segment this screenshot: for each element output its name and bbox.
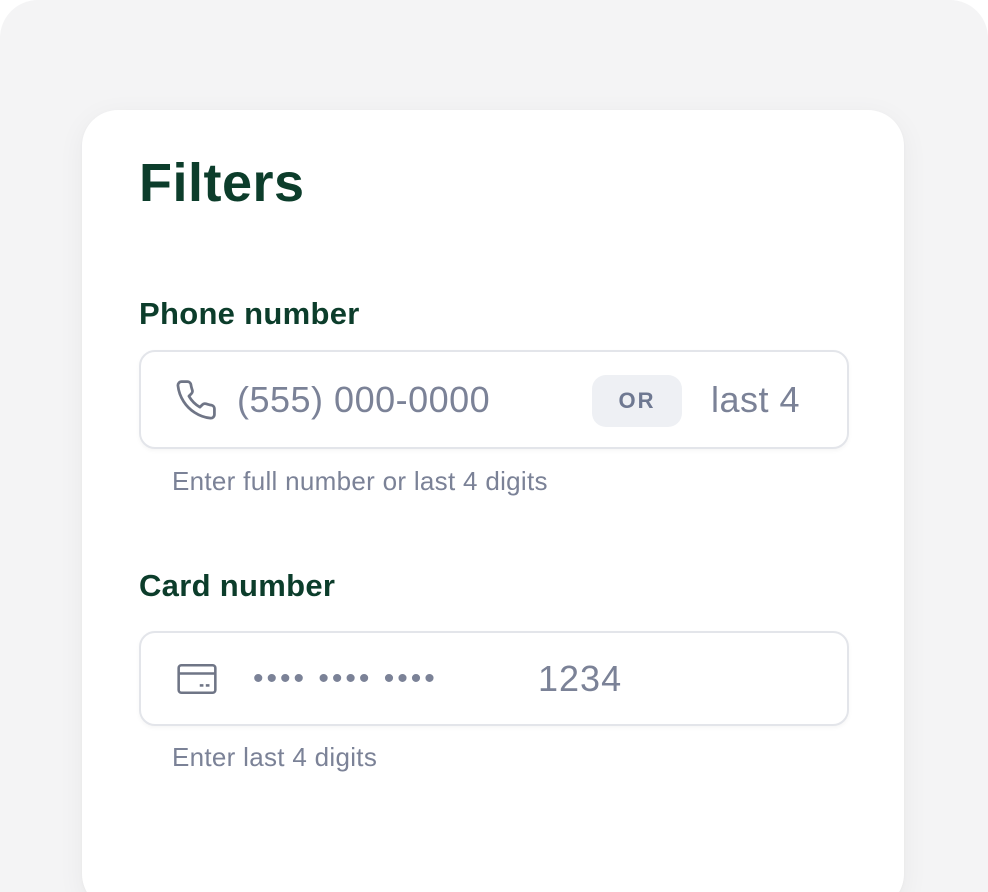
phone-number-placeholder: (555) 000-0000 — [237, 379, 491, 420]
phone-icon — [176, 380, 216, 420]
credit-card-icon — [177, 663, 217, 695]
filters-panel: Filters Phone number (555) 000-0000 OR l… — [82, 110, 904, 892]
card-number-label: Card number — [139, 568, 336, 603]
phone-number-hint: Enter full number or last 4 digits — [172, 466, 548, 496]
card-last-4-placeholder: 1234 — [538, 658, 623, 699]
card-number-mask: •••• •••• •••• — [253, 662, 438, 695]
page-background: Filters Phone number (555) 000-0000 OR l… — [0, 0, 988, 892]
filters-title: Filters — [139, 153, 305, 213]
card-number-field[interactable]: •••• •••• •••• 1234 — [139, 631, 849, 726]
or-separator-badge: OR — [592, 375, 682, 427]
phone-number-field[interactable]: (555) 000-0000 OR last 4 — [139, 350, 849, 449]
last-4-placeholder: last 4 — [711, 379, 801, 420]
phone-number-label: Phone number — [139, 296, 360, 331]
card-number-hint: Enter last 4 digits — [172, 742, 378, 772]
